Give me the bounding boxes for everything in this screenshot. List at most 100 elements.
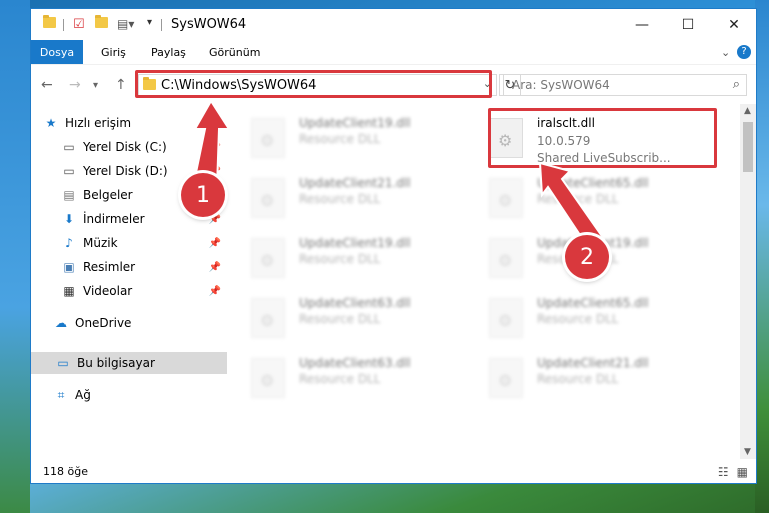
explorer-window: ☑ ▤▾ ▾ SysWOW64 — ☐ ✕ Dosya Giriş Paylaş… [30, 8, 757, 484]
ribbon-tabs: Dosya Giriş Paylaş Görünüm ⌄ ? [31, 40, 756, 64]
drive-icon: ▭ [63, 140, 75, 154]
tab-share[interactable]: Paylaş [151, 40, 186, 64]
list-item[interactable]: UpdateClient21.dll Resource DLL [243, 174, 473, 224]
file-type: Resource DLL [299, 192, 381, 206]
sidebar-item-label: OneDrive [75, 316, 132, 330]
title-separator-2 [161, 19, 162, 31]
list-item[interactable]: UpdateClient21.dll Resource DLL [481, 354, 711, 404]
maximize-button[interactable]: ☐ [665, 9, 711, 40]
customize-toolbar-icon[interactable]: ▤▾ [117, 17, 134, 31]
quick-access-dropdown-icon[interactable]: ▾ [147, 17, 152, 28]
back-button[interactable]: ← [41, 77, 53, 93]
status-bar: 118 öğe ☷ ▦ [31, 459, 756, 483]
music-icon: ♪ [65, 236, 73, 250]
step-marker-1: 1 [181, 173, 225, 217]
pin-icon: 📌 [208, 285, 221, 297]
sidebar-item-label: Müzik [83, 236, 118, 250]
tab-home[interactable]: Giriş [101, 40, 126, 64]
documents-icon: ▤ [63, 188, 75, 202]
sidebar-item-label: Hızlı erişim [65, 116, 132, 130]
help-icon[interactable]: ? [737, 40, 751, 64]
file-type: Resource DLL [299, 252, 381, 266]
cloud-icon: ☁ [55, 316, 67, 330]
file-type: Resource DLL [299, 132, 381, 146]
computer-icon: ▭ [57, 356, 69, 370]
dll-file-icon [489, 178, 523, 218]
sidebar-item-pictures[interactable]: ▣ Resimler 📌 [61, 256, 227, 278]
drive-icon: ▭ [63, 164, 75, 178]
forward-button[interactable]: → [69, 77, 81, 93]
recent-locations-icon[interactable]: ▾ [93, 80, 98, 91]
file-name: UpdateClient63.dll [299, 356, 411, 370]
list-item[interactable]: UpdateClient63.dll Resource DLL [243, 354, 473, 404]
step-marker-2: 2 [565, 235, 609, 279]
scroll-up-icon[interactable]: ▲ [744, 106, 751, 116]
search-placeholder: Ara: SysWOW64 [512, 78, 610, 92]
list-item[interactable]: UpdateClient19.dll Resource DLL [243, 114, 473, 164]
file-type: Resource DLL [537, 312, 619, 326]
new-folder-icon[interactable] [95, 15, 108, 28]
desktop-background-right [755, 0, 769, 513]
item-count: 118 öğe [43, 465, 88, 478]
file-name: UpdateClient63.dll [299, 296, 411, 310]
properties-icon[interactable]: ☑ [73, 17, 85, 32]
sidebar-item-label: İndirmeler [83, 212, 145, 226]
dll-file-icon [251, 358, 285, 398]
videos-icon: ▦ [63, 284, 75, 298]
file-name: UpdateClient19.dll [299, 116, 411, 130]
network-icon: ⌗ [57, 387, 65, 402]
sidebar-item-music[interactable]: ♪ Müzik 📌 [61, 232, 227, 254]
sidebar-item-label: Yerel Disk (D:) [83, 164, 168, 178]
dll-file-icon [251, 118, 285, 158]
pin-icon: 📌 [208, 261, 221, 273]
list-item[interactable]: UpdateClient19.dll Resource DLL [243, 234, 473, 284]
sidebar-item-this-pc[interactable]: ▭ Bu bilgisayar [31, 352, 227, 374]
file-name: UpdateClient21.dll [299, 176, 411, 190]
close-button[interactable]: ✕ [711, 9, 756, 40]
minimize-button[interactable]: — [619, 9, 665, 40]
dll-file-icon [251, 238, 285, 278]
dll-file-icon [251, 298, 285, 338]
ribbon-expand-icon[interactable]: ⌄ [721, 40, 730, 64]
sidebar-item-label: Bu bilgisayar [77, 356, 155, 370]
large-icons-view-icon[interactable]: ▦ [737, 465, 748, 479]
sidebar-item-videos[interactable]: ▦ Videolar 📌 [61, 280, 227, 302]
vertical-scrollbar[interactable]: ▲ ▼ [740, 104, 756, 459]
up-button[interactable]: ↑ [115, 77, 127, 93]
details-view-icon[interactable]: ☷ [718, 465, 729, 479]
desktop-background-left [0, 0, 30, 513]
file-name: UpdateClient19.dll [299, 236, 411, 250]
window-title: SysWOW64 [171, 17, 247, 32]
pictures-icon: ▣ [63, 260, 75, 274]
pin-icon: 📌 [208, 237, 221, 249]
file-type: Resource DLL [299, 372, 381, 386]
file-type: Resource DLL [299, 312, 381, 326]
tab-file[interactable]: Dosya [31, 40, 83, 64]
file-name: UpdateClient21.dll [537, 356, 649, 370]
dll-file-icon [489, 238, 523, 278]
search-icon: ⌕ [732, 77, 740, 92]
title-bar: ☑ ▤▾ ▾ SysWOW64 — ☐ ✕ [31, 9, 756, 40]
sidebar-item-label: Resimler [83, 260, 136, 274]
download-icon: ⬇ [63, 212, 75, 226]
window-folder-icon [43, 15, 56, 28]
scrollbar-thumb[interactable] [743, 122, 753, 172]
list-item[interactable]: UpdateClient65.dll Resource DLL [481, 294, 711, 344]
scroll-down-icon[interactable]: ▼ [744, 447, 751, 457]
tab-view[interactable]: Görünüm [209, 40, 260, 64]
arrow-to-file [538, 161, 606, 249]
dll-file-icon [251, 178, 285, 218]
list-item[interactable]: UpdateClient63.dll Resource DLL [243, 294, 473, 344]
sidebar-item-label: Ağ [75, 388, 91, 402]
dll-file-icon [489, 358, 523, 398]
file-name: UpdateClient65.dll [537, 296, 649, 310]
search-input[interactable]: Ara: SysWOW64 ⌕ [503, 74, 747, 96]
star-icon: ★ [45, 116, 57, 130]
sidebar-item-onedrive[interactable]: ☁ OneDrive [53, 312, 227, 334]
sidebar-item-label: Videolar [83, 284, 133, 298]
sidebar-item-network[interactable]: ⌗ Ağ [53, 384, 227, 406]
dll-file-icon [489, 298, 523, 338]
address-highlight-box [135, 70, 492, 98]
file-type: Resource DLL [537, 372, 619, 386]
sidebar-item-label: Yerel Disk (C:) [83, 140, 167, 154]
